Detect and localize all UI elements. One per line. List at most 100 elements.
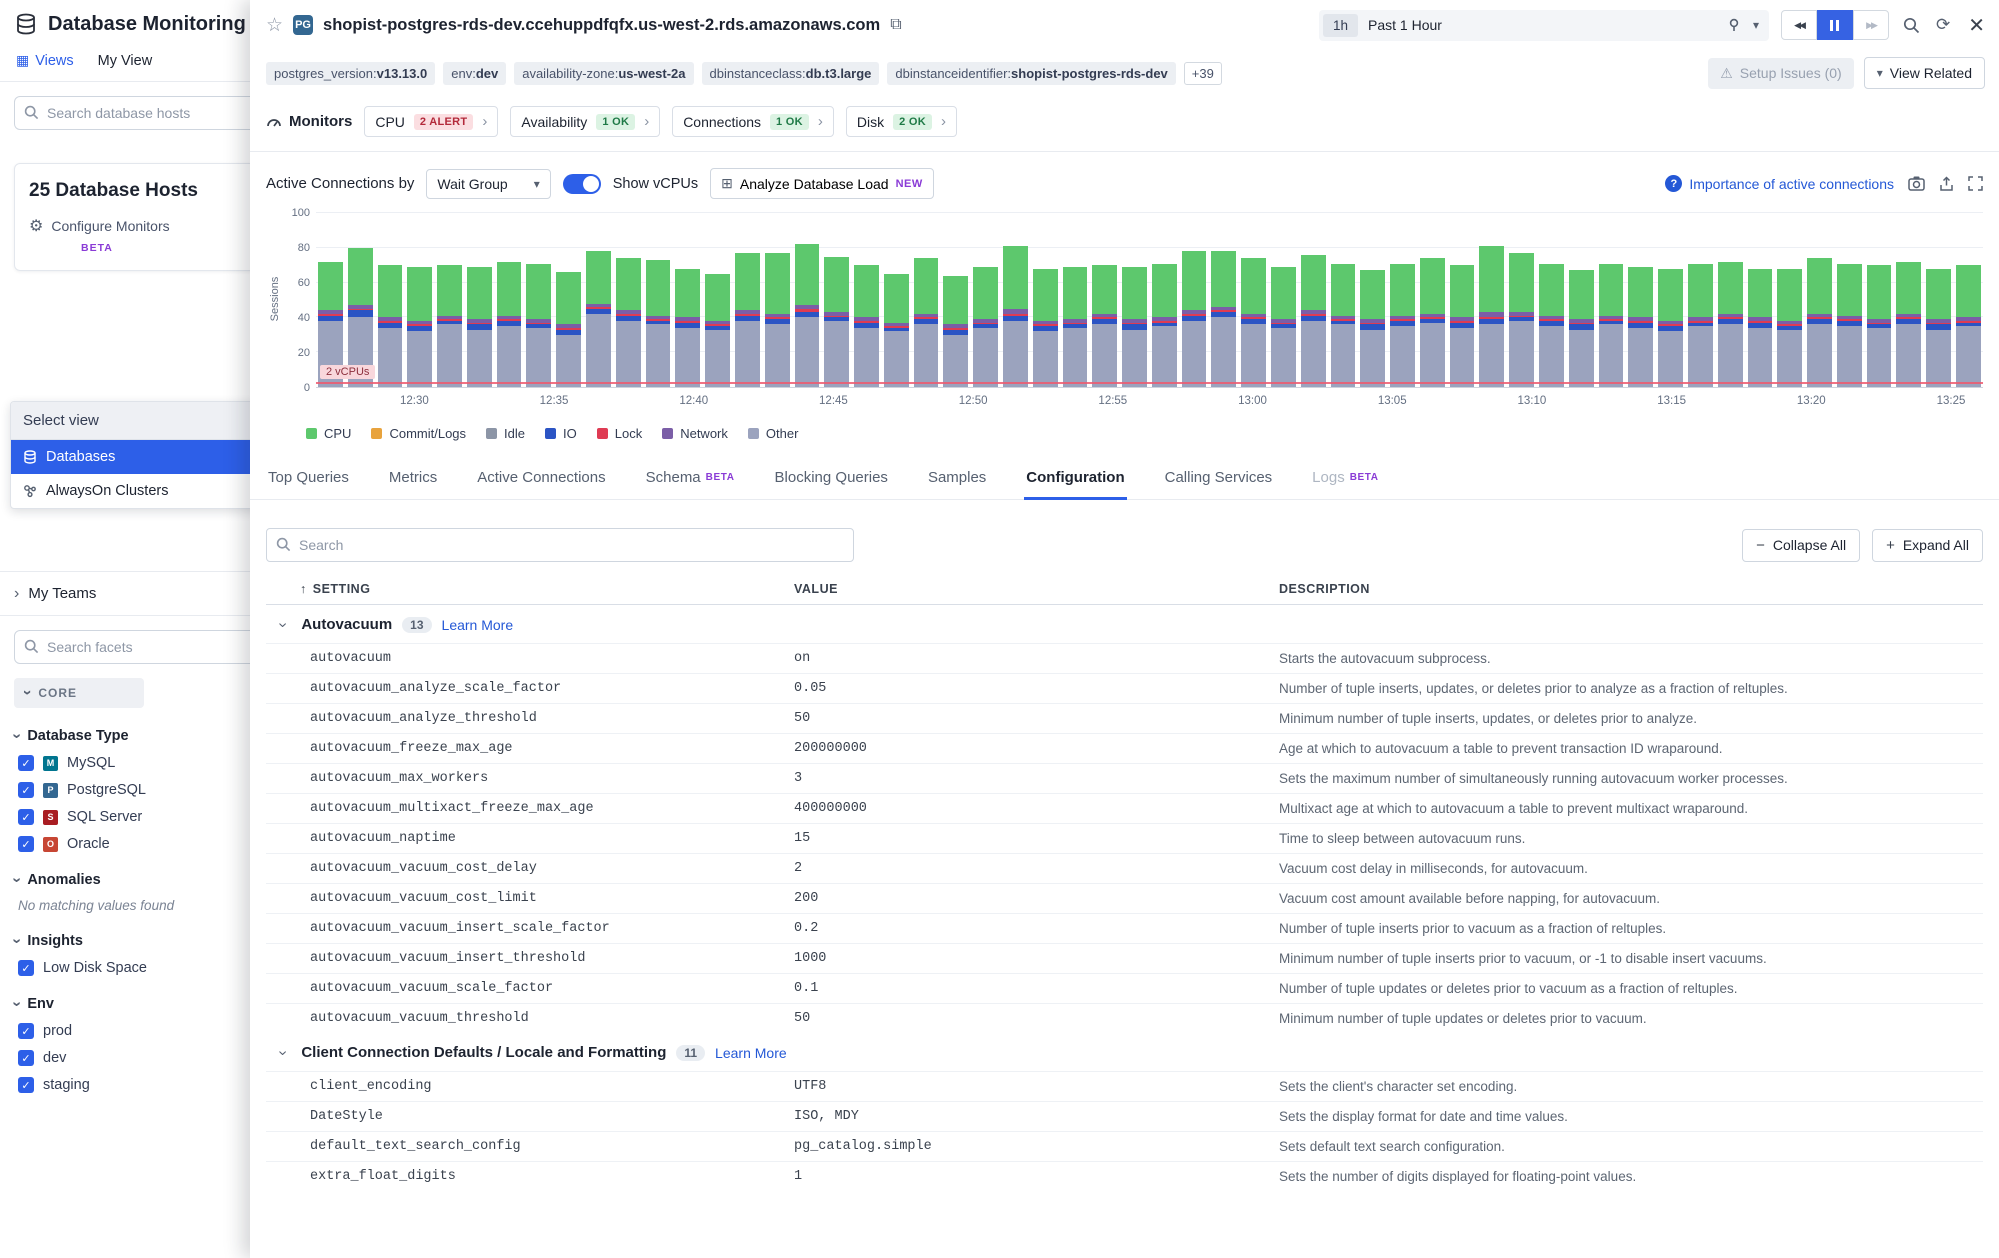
- tag[interactable]: dbinstanceidentifier:shopist-postgres-rd…: [887, 62, 1175, 85]
- facet-item-dev[interactable]: ✓dev: [18, 1050, 236, 1066]
- refresh-icon[interactable]: ⟳: [1934, 13, 1952, 37]
- config-search-input[interactable]: [266, 528, 854, 562]
- time-range-short[interactable]: 1h: [1323, 14, 1358, 37]
- chart-bar[interactable]: [1450, 213, 1475, 387]
- time-range-picker[interactable]: 1h Past 1 Hour ▾: [1319, 10, 1769, 41]
- skip-forward-button[interactable]: ▶▶: [1853, 10, 1889, 40]
- chart-bar[interactable]: [1063, 213, 1088, 387]
- view-item-alwayson-clusters[interactable]: AlwaysOn Clusters: [11, 474, 250, 508]
- chart-bar[interactable]: [1509, 213, 1534, 387]
- tab-top-queries[interactable]: Top Queries: [266, 463, 351, 500]
- tags-overflow-button[interactable]: +39: [1184, 62, 1222, 85]
- monitor-pill-availability[interactable]: Availability1 OK›: [510, 106, 660, 137]
- legend-item-io[interactable]: IO: [545, 426, 577, 441]
- chart-bar[interactable]: [1956, 213, 1981, 387]
- setup-issues-button[interactable]: ⚠ Setup Issues (0): [1708, 58, 1854, 89]
- monitor-pill-cpu[interactable]: CPU2 ALERT›: [364, 106, 498, 137]
- chart-bar[interactable]: [705, 213, 730, 387]
- chart-bar[interactable]: [1390, 213, 1415, 387]
- chart-bar[interactable]: [348, 213, 373, 387]
- facet-item-postgresql[interactable]: ✓PPostgreSQL: [18, 782, 236, 798]
- my-teams-section[interactable]: › My Teams: [0, 571, 250, 616]
- chart-bar[interactable]: [1926, 213, 1951, 387]
- show-vcpus-toggle[interactable]: [563, 174, 601, 194]
- tag[interactable]: availability-zone:us-west-2a: [514, 62, 693, 85]
- facet-item-low-disk-space[interactable]: ✓Low Disk Space: [18, 960, 236, 976]
- config-table-row[interactable]: autovacuum_vacuum_scale_factor0.1Number …: [266, 973, 1983, 1003]
- chart-bar[interactable]: [1241, 213, 1266, 387]
- pause-button[interactable]: [1817, 10, 1853, 40]
- group-by-select[interactable]: Wait Group ▾: [426, 169, 550, 199]
- chart-bar[interactable]: [1807, 213, 1832, 387]
- tab-logs[interactable]: LogsBETA: [1310, 463, 1380, 500]
- legend-item-lock[interactable]: Lock: [597, 426, 642, 441]
- chart-bar[interactable]: [1033, 213, 1058, 387]
- chevron-down-icon[interactable]: ▾: [1753, 18, 1759, 32]
- tab-schema[interactable]: SchemaBETA: [644, 463, 737, 500]
- chart-bar[interactable]: [1688, 213, 1713, 387]
- tab-blocking-queries[interactable]: Blocking Queries: [773, 463, 890, 500]
- learn-more-link[interactable]: Learn More: [715, 1045, 787, 1061]
- chart-bar[interactable]: [378, 213, 403, 387]
- chart-bar[interactable]: [1628, 213, 1653, 387]
- close-icon[interactable]: ✕: [1968, 13, 1985, 38]
- chart-bar[interactable]: [943, 213, 968, 387]
- chart-bar[interactable]: [1599, 213, 1624, 387]
- facet-item-oracle[interactable]: ✓OOracle: [18, 836, 236, 852]
- config-table-row[interactable]: autovacuum_freeze_max_age200000000Age at…: [266, 733, 1983, 763]
- tab-views[interactable]: ▦ Views: [16, 52, 74, 69]
- chart-bar[interactable]: [884, 213, 909, 387]
- config-table-row[interactable]: autovacuum_vacuum_insert_threshold1000Mi…: [266, 943, 1983, 973]
- facet-item-sql-server[interactable]: ✓SSQL Server: [18, 809, 236, 825]
- chart-bar[interactable]: [824, 213, 849, 387]
- config-table-row[interactable]: autovacuum_vacuum_insert_scale_factor0.2…: [266, 913, 1983, 943]
- config-table-row[interactable]: autovacuum_analyze_threshold50Minimum nu…: [266, 703, 1983, 733]
- chart-bar[interactable]: [1539, 213, 1564, 387]
- tab-my-view[interactable]: My View: [98, 53, 153, 69]
- chart-bar[interactable]: [735, 213, 760, 387]
- legend-item-idle[interactable]: Idle: [486, 426, 525, 441]
- snapshot-icon[interactable]: [1908, 176, 1925, 191]
- config-table-row[interactable]: DateStyleISO, MDYSets the display format…: [266, 1101, 1983, 1131]
- chart-bar[interactable]: [1420, 213, 1445, 387]
- analyze-database-load-button[interactable]: ⊞ Analyze Database Load NEW: [710, 168, 934, 199]
- legend-item-network[interactable]: Network: [662, 426, 728, 441]
- tag[interactable]: env:dev: [443, 62, 506, 85]
- legend-item-cpu[interactable]: CPU: [306, 426, 351, 441]
- chart-bar[interactable]: [407, 213, 432, 387]
- zoom-icon[interactable]: [1901, 15, 1922, 36]
- checkbox-checked[interactable]: ✓: [18, 782, 34, 798]
- chart-bar[interactable]: [1896, 213, 1921, 387]
- facet-search-input[interactable]: [14, 630, 250, 664]
- chart-bar[interactable]: [497, 213, 522, 387]
- sort-setting-header[interactable]: ↑ SETTING: [266, 582, 794, 596]
- facet-group-anomalies[interactable]: ›Anomalies: [14, 872, 236, 888]
- learn-more-link[interactable]: Learn More: [442, 617, 514, 633]
- config-table-row[interactable]: extra_float_digits1Sets the number of di…: [266, 1161, 1983, 1191]
- chart-bar[interactable]: [1718, 213, 1743, 387]
- chart-bar[interactable]: [1211, 213, 1236, 387]
- tab-samples[interactable]: Samples: [926, 463, 988, 500]
- view-item-databases[interactable]: Databases: [11, 440, 250, 474]
- monitor-pill-disk[interactable]: Disk2 OK›: [846, 106, 957, 137]
- chart-bar[interactable]: [1152, 213, 1177, 387]
- tag[interactable]: dbinstanceclass:db.t3.large: [702, 62, 880, 85]
- legend-item-other[interactable]: Other: [748, 426, 799, 441]
- config-table-row[interactable]: client_encodingUTF8Sets the client's cha…: [266, 1071, 1983, 1101]
- tag[interactable]: postgres_version:v13.13.0: [266, 62, 435, 85]
- chart-bar[interactable]: [467, 213, 492, 387]
- chart-bar[interactable]: [1092, 213, 1117, 387]
- chart-bar[interactable]: [318, 213, 343, 387]
- chart-bar[interactable]: [1271, 213, 1296, 387]
- configure-monitors-button[interactable]: ⚙ Configure Monitors: [29, 216, 250, 236]
- chart-bar[interactable]: [1748, 213, 1773, 387]
- config-table-row[interactable]: default_text_search_configpg_catalog.sim…: [266, 1131, 1983, 1161]
- config-table-row[interactable]: autovacuum_vacuum_cost_delay2Vacuum cost…: [266, 853, 1983, 883]
- favorite-star-icon[interactable]: ☆: [266, 14, 283, 37]
- chart-bar[interactable]: [1182, 213, 1207, 387]
- chart-bar[interactable]: [973, 213, 998, 387]
- config-table-row[interactable]: autovacuum_naptime15Time to sleep betwee…: [266, 823, 1983, 853]
- checkbox-checked[interactable]: ✓: [18, 755, 34, 771]
- checkbox-checked[interactable]: ✓: [18, 1077, 34, 1093]
- export-icon[interactable]: [1939, 176, 1954, 192]
